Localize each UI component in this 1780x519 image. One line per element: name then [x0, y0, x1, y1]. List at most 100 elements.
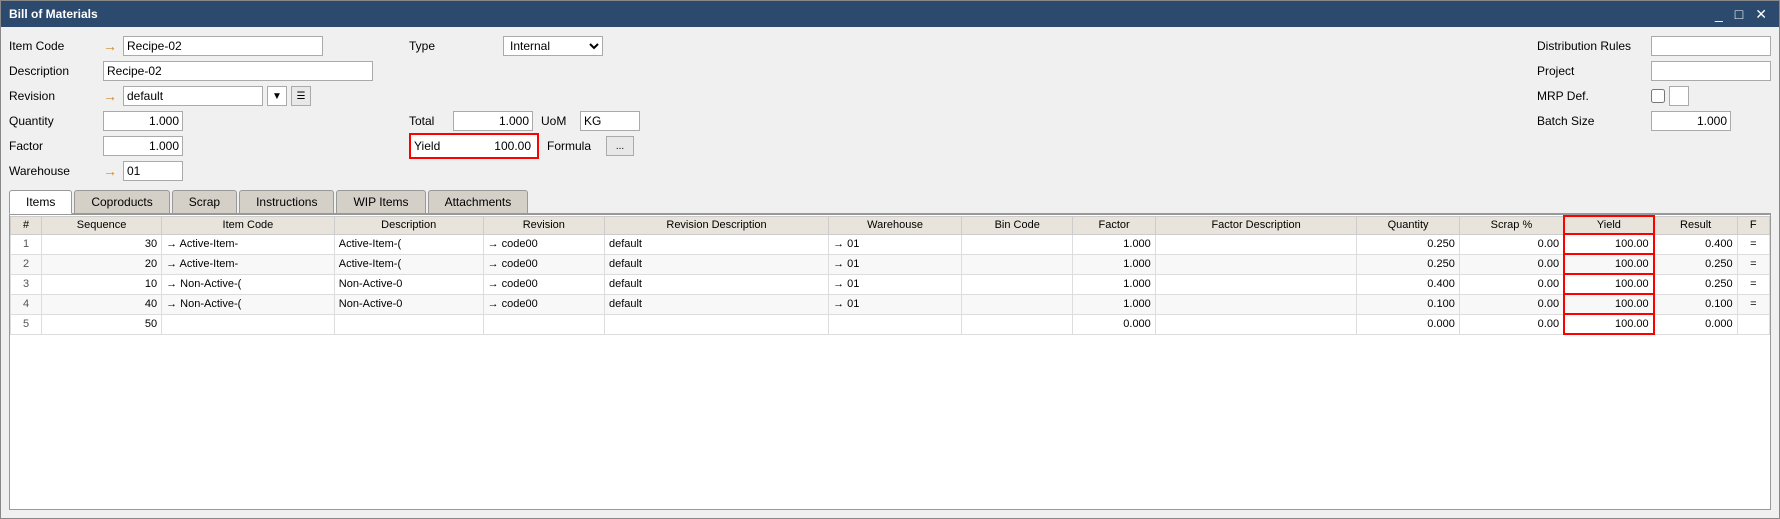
table-cell: 0.000 [1654, 314, 1737, 334]
col-bin-code: Bin Code [962, 216, 1073, 234]
close-button[interactable]: ✕ [1751, 6, 1771, 23]
total-row: Total UoM [409, 110, 640, 132]
table-cell: 0.00 [1459, 234, 1564, 254]
tab-items[interactable]: Items [9, 190, 72, 214]
col-yield: Yield [1564, 216, 1654, 234]
minimize-button[interactable]: _ [1711, 6, 1727, 23]
revision-icon-btn[interactable]: ☰ [291, 86, 311, 106]
mrp-def-input[interactable] [1669, 86, 1689, 106]
table-row[interactable]: 310→ Non-Active-(Non-Active-0→ code00def… [11, 274, 1770, 294]
table-row[interactable]: 5500.0000.0000.00100.000.000 [11, 314, 1770, 334]
item-code-row: Item Code → [9, 35, 373, 57]
table-cell [483, 314, 604, 334]
table-cell: default [604, 274, 828, 294]
project-label: Project [1537, 64, 1647, 78]
mrp-def-label: MRP Def. [1537, 89, 1647, 103]
total-label: Total [409, 114, 449, 128]
window-controls: _ □ ✕ [1711, 6, 1771, 23]
table-cell: 0.00 [1459, 274, 1564, 294]
type-row: Type Internal [409, 35, 640, 57]
tab-scrap[interactable]: Scrap [172, 190, 237, 213]
tab-coproducts[interactable]: Coproducts [74, 190, 169, 213]
form-section: Item Code → Description Revision → ▼ ☰ Q… [9, 35, 1771, 182]
table-header-row: # Sequence Item Code Description Revisio… [11, 216, 1770, 234]
table-cell: 1.000 [1073, 294, 1155, 314]
table-cell: 1.000 [1073, 254, 1155, 274]
middle-form-col: Type Internal Total UoM Yield [409, 35, 640, 182]
table-cell: 0.000 [1073, 314, 1155, 334]
tab-wip-items[interactable]: WIP Items [336, 190, 425, 213]
col-sequence: Sequence [42, 216, 162, 234]
table-cell: 0.100 [1654, 294, 1737, 314]
yield-label: Yield [414, 139, 454, 153]
title-bar: Bill of Materials _ □ ✕ [1, 1, 1779, 27]
table-cell: = [1737, 234, 1769, 254]
table-cell: 0.400 [1654, 234, 1737, 254]
formula-label: Formula [547, 139, 602, 153]
dist-rules-label: Distribution Rules [1537, 39, 1647, 53]
warehouse-input[interactable] [123, 161, 183, 181]
table-body: 130→ Active-Item-Active-Item-(→ code00de… [11, 234, 1770, 334]
dist-rules-input[interactable] [1651, 36, 1771, 56]
project-input[interactable] [1651, 61, 1771, 81]
table-cell: → 01 [829, 274, 962, 294]
revision-dropdown-btn[interactable]: ▼ [267, 86, 287, 106]
col-factor-desc: Factor Description [1155, 216, 1357, 234]
quantity-input[interactable] [103, 111, 183, 131]
revision-input[interactable] [123, 86, 263, 106]
table-cell [962, 234, 1073, 254]
yield-row: Yield Formula ... [409, 135, 640, 157]
col-description: Description [334, 216, 483, 234]
tab-attachments[interactable]: Attachments [428, 190, 529, 213]
table-cell: 0.00 [1459, 254, 1564, 274]
table-cell: 0.250 [1357, 254, 1459, 274]
col-warehouse: Warehouse [829, 216, 962, 234]
revision-label: Revision [9, 89, 99, 103]
quantity-row: Quantity [9, 110, 373, 132]
mrp-def-checkbox[interactable] [1651, 89, 1665, 103]
table-cell: Non-Active-0 [334, 294, 483, 314]
main-content: Item Code → Description Revision → ▼ ☰ Q… [1, 27, 1779, 518]
batch-size-row: Batch Size [1537, 110, 1771, 132]
factor-input[interactable] [103, 136, 183, 156]
revision-arrow-icon: → [103, 88, 117, 104]
mrp-def-row: MRP Def. [1537, 85, 1771, 107]
project-row: Project [1537, 60, 1771, 82]
item-code-arrow-icon: → [103, 38, 117, 54]
table-cell: 100.00 [1564, 294, 1654, 314]
description-input[interactable] [103, 61, 373, 81]
table-row[interactable]: 220→ Active-Item-Active-Item-(→ code00de… [11, 254, 1770, 274]
table-cell: 0.250 [1357, 234, 1459, 254]
table-cell [604, 314, 828, 334]
table-cell: 1.000 [1073, 274, 1155, 294]
yield-input[interactable] [454, 136, 534, 156]
quantity-label: Quantity [9, 114, 99, 128]
table-cell [829, 314, 962, 334]
warehouse-label: Warehouse [9, 164, 99, 178]
type-select[interactable]: Internal [503, 36, 603, 56]
table-cell: → Non-Active-( [162, 294, 335, 314]
tab-instructions[interactable]: Instructions [239, 190, 334, 213]
table-row[interactable]: 440→ Non-Active-(Non-Active-0→ code00def… [11, 294, 1770, 314]
table-cell: default [604, 294, 828, 314]
spacer2 [409, 85, 640, 107]
table-cell: default [604, 254, 828, 274]
yield-box: Yield [409, 133, 539, 159]
table-cell [962, 314, 1073, 334]
maximize-button[interactable]: □ [1731, 6, 1747, 23]
table-cell: 0.100 [1357, 294, 1459, 314]
table-cell: → 01 [829, 234, 962, 254]
batch-size-input[interactable] [1651, 111, 1731, 131]
uom-input[interactable] [580, 111, 640, 131]
table-row[interactable]: 130→ Active-Item-Active-Item-(→ code00de… [11, 234, 1770, 254]
table-cell: 40 [42, 294, 162, 314]
item-code-input[interactable] [123, 36, 323, 56]
table-cell: 10 [42, 274, 162, 294]
formula-btn[interactable]: ... [606, 136, 634, 156]
table-cell: → Active-Item- [162, 234, 335, 254]
total-input[interactable] [453, 111, 533, 131]
table-cell: = [1737, 294, 1769, 314]
table-cell: 3 [11, 274, 42, 294]
table-cell: 20 [42, 254, 162, 274]
table-cell: = [1737, 274, 1769, 294]
